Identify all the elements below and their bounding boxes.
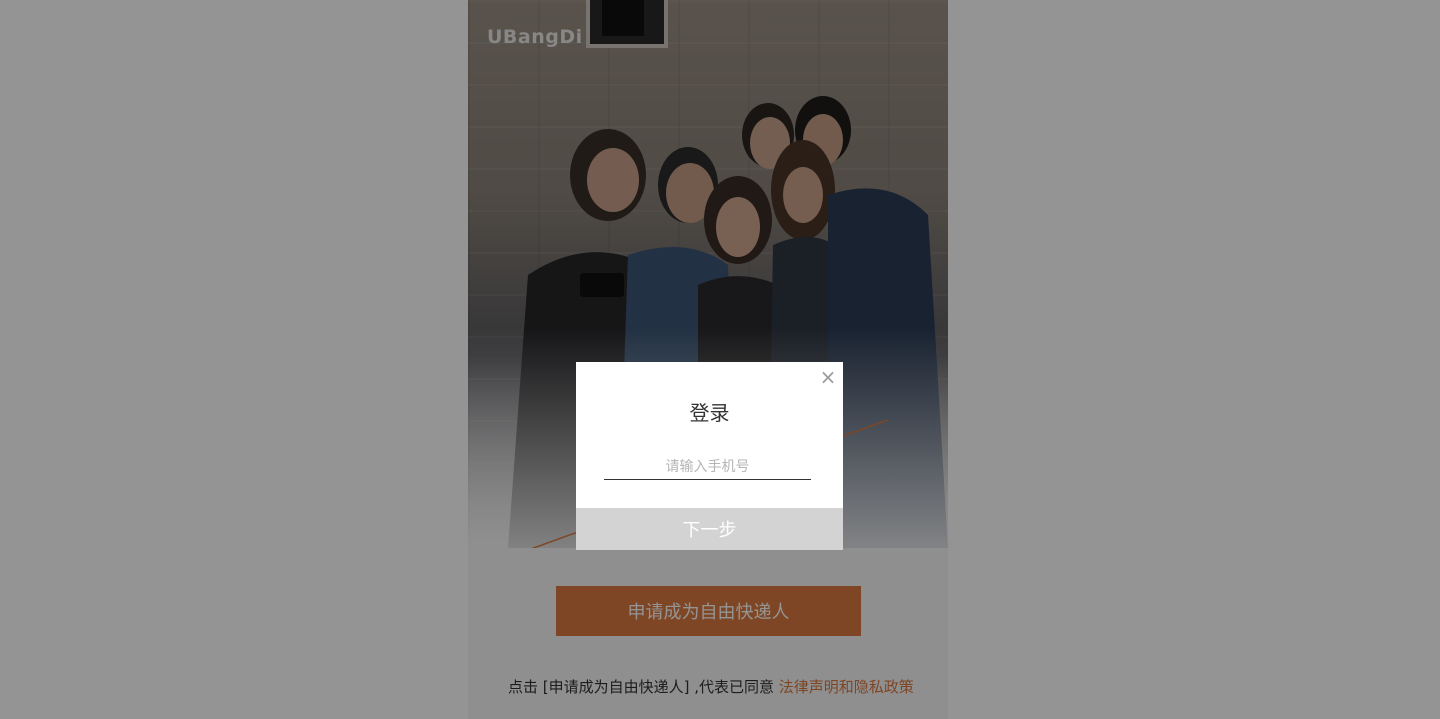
modal-title: 登录: [689, 401, 730, 425]
phone-input[interactable]: [604, 455, 811, 480]
next-step-button[interactable]: 下一步: [576, 508, 843, 550]
modal-overlay[interactable]: [0, 0, 1440, 719]
login-modal: × 登录 下一步: [576, 362, 843, 550]
close-icon[interactable]: ×: [819, 367, 837, 387]
